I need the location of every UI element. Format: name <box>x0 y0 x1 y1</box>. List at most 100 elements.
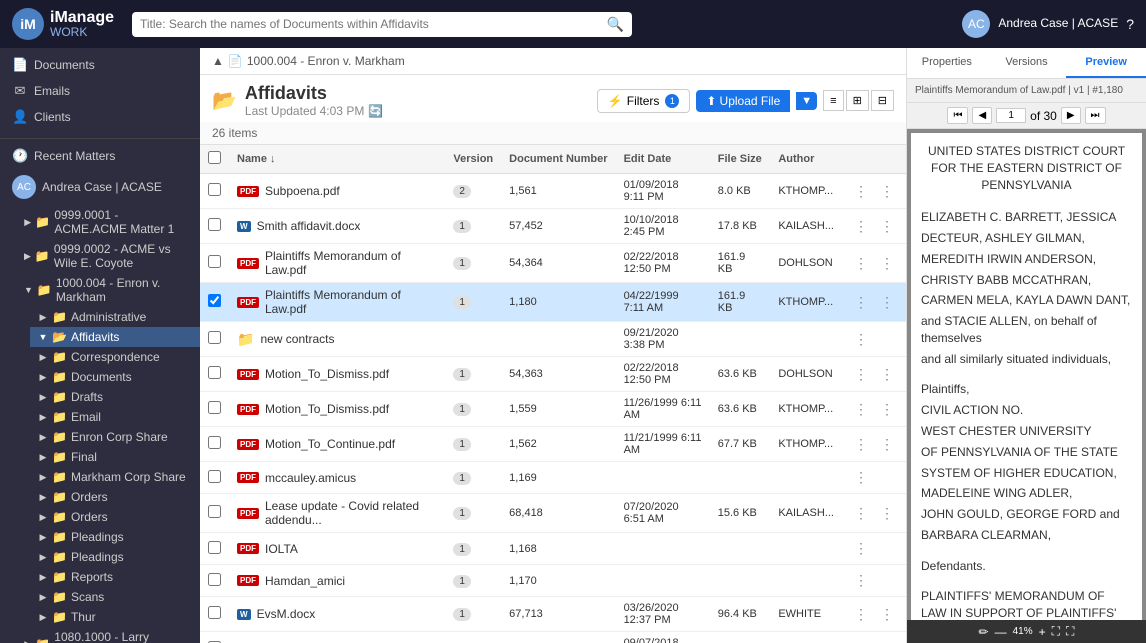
folder-scans[interactable]: ▶ 📁 Scans <box>30 587 200 607</box>
details-view-button[interactable]: ⊟ <box>871 90 894 111</box>
row-checkbox[interactable] <box>208 470 221 483</box>
row-menu-button[interactable]: ⋮ <box>876 503 898 524</box>
row-checkbox[interactable] <box>208 436 221 449</box>
folder-orders-2[interactable]: ▶ 📁 Orders <box>30 507 200 527</box>
matter-0999-0002[interactable]: ▶ 📁 0999.0002 - ACME vs Wile E. Coyote <box>16 239 200 273</box>
filters-button[interactable]: ⚡ Filters 1 <box>597 89 691 113</box>
upload-file-button[interactable]: ⬆ Upload File <box>696 90 790 112</box>
col-name[interactable]: Name ↓ <box>229 145 445 174</box>
table-row[interactable]: PDF Motion_To_Continue.pdf 1 1,562 11/21… <box>200 427 906 462</box>
matter-0999-0001[interactable]: ▶ 📁 0999.0001 - ACME.ACME Matter 1 <box>16 205 200 239</box>
row-checkbox[interactable] <box>208 573 221 586</box>
breadcrumb-parent[interactable]: 1000.004 - Enron v. Markham <box>247 54 405 68</box>
row-share-button[interactable]: ⋮ <box>850 434 872 455</box>
row-menu-button[interactable]: ⋮ <box>876 292 898 313</box>
table-row[interactable]: PDF Motion_To_Dismiss.pdf 1 1,559 11/26/… <box>200 392 906 427</box>
col-edit-date[interactable]: Edit Date <box>616 145 710 174</box>
folder-administrative[interactable]: ▶ 📁 Administrative <box>30 307 200 327</box>
help-button[interactable]: ? <box>1126 16 1134 32</box>
row-checkbox[interactable] <box>208 183 221 196</box>
row-menu-button[interactable]: ⋮ <box>850 570 872 591</box>
row-checkbox[interactable] <box>208 218 221 231</box>
table-row[interactable]: 📁 new contracts 09/21/2020 3:38 PM ⋮ <box>200 322 906 357</box>
row-share-button[interactable]: ⋮ <box>850 181 872 202</box>
table-row[interactable]: PDF Lease update - Covid related addendu… <box>200 494 906 533</box>
row-share-button[interactable]: ⋮ <box>850 253 872 274</box>
matter-1000-004[interactable]: ▼ 📁 1000.004 - Enron v. Markham <box>16 273 200 307</box>
search-button[interactable]: 🔍 <box>607 16 624 33</box>
select-all-checkbox[interactable] <box>208 151 221 164</box>
row-menu-button[interactable]: ⋮ <box>876 604 898 625</box>
upload-dropdown-button[interactable]: ▼ <box>796 92 817 110</box>
row-share-button[interactable]: ⋮ <box>850 399 872 420</box>
folder-affidavits[interactable]: ▼ 📂 Affidavits <box>30 327 200 347</box>
table-row[interactable]: W Smith affidavit.docx 1 57,452 10/10/20… <box>200 209 906 244</box>
prev-page-button[interactable]: ◀ <box>972 107 992 124</box>
sidebar-recent-matters[interactable]: 🕐 Recent Matters <box>0 143 200 169</box>
folder-reports[interactable]: ▶ 📁 Reports <box>30 567 200 587</box>
row-menu-button[interactable]: ⋮ <box>876 399 898 420</box>
page-input[interactable] <box>996 108 1026 123</box>
tab-preview[interactable]: Preview <box>1066 48 1146 78</box>
matter-1080[interactable]: ▶ 📁 1080.1000 - Larry Johnson Lawsuit <box>16 627 200 643</box>
folder-email[interactable]: ▶ 📁 Email <box>30 407 200 427</box>
table-row[interactable]: W Customer affidavit.docx 2 57,121 09/07… <box>200 632 906 643</box>
preview-tool-1[interactable]: ✏ <box>979 625 989 639</box>
fullscreen-button[interactable]: ⛶ <box>1066 624 1074 639</box>
table-row[interactable]: PDF Plaintiffs Memorandum of Law.pdf 1 1… <box>200 283 906 322</box>
row-checkbox[interactable] <box>208 606 221 619</box>
first-page-button[interactable]: ⏮ <box>947 107 968 124</box>
zoom-in-button[interactable]: ⛶ <box>1052 624 1060 639</box>
table-row[interactable]: PDF mccauley.amicus 1 1,169 ⋮ <box>200 462 906 494</box>
next-page-button[interactable]: ▶ <box>1061 107 1081 124</box>
row-menu-button[interactable]: ⋮ <box>876 253 898 274</box>
row-menu-button[interactable]: ⋮ <box>850 467 872 488</box>
row-menu-button[interactable]: ⋮ <box>850 538 872 559</box>
tab-properties[interactable]: Properties <box>907 48 987 78</box>
sidebar-item-emails[interactable]: ✉ Emails <box>0 78 200 104</box>
tab-versions[interactable]: Versions <box>987 48 1067 78</box>
table-row[interactable]: W EvsM.docx 1 67,713 03/26/2020 12:37 PM… <box>200 597 906 632</box>
row-checkbox[interactable] <box>208 294 221 307</box>
last-page-button[interactable]: ⏭ <box>1085 107 1106 124</box>
sidebar-item-clients[interactable]: 👤 Clients <box>0 104 200 130</box>
refresh-icon[interactable]: 🔄 <box>368 104 383 118</box>
row-menu-button[interactable]: ⋮ <box>876 639 898 643</box>
folder-enron-corp-share[interactable]: ▶ 📁 Enron Corp Share <box>30 427 200 447</box>
row-menu-button[interactable]: ⋮ <box>876 216 898 237</box>
table-row[interactable]: PDF Hamdan_amici 1 1,170 ⋮ <box>200 565 906 597</box>
row-checkbox[interactable] <box>208 255 221 268</box>
row-share-button[interactable]: ⋮ <box>850 216 872 237</box>
zoom-out-button[interactable]: + <box>1039 625 1046 639</box>
col-doc-num[interactable]: Document Number <box>501 145 615 174</box>
row-menu-button[interactable]: ⋮ <box>876 364 898 385</box>
row-menu-button[interactable]: ⋮ <box>850 329 872 350</box>
row-share-button[interactable]: ⋮ <box>850 364 872 385</box>
grid-view-button[interactable]: ⊞ <box>846 90 869 111</box>
folder-correspondence[interactable]: ▶ 📁 Correspondence <box>30 347 200 367</box>
row-menu-button[interactable]: ⋮ <box>876 434 898 455</box>
nav-up-btn[interactable]: ▲ <box>212 54 224 68</box>
folder-thur[interactable]: ▶ 📁 Thur <box>30 607 200 627</box>
col-file-size[interactable]: File Size <box>710 145 771 174</box>
sidebar-item-documents[interactable]: 📄 Documents <box>0 52 200 78</box>
table-row[interactable]: PDF Motion_To_Dismiss.pdf 1 54,363 02/22… <box>200 357 906 392</box>
row-checkbox[interactable] <box>208 505 221 518</box>
row-share-button[interactable]: ⋮ <box>850 292 872 313</box>
search-input[interactable] <box>140 17 607 31</box>
folder-pleadings-2[interactable]: ▶ 📁 Pleadings <box>30 547 200 567</box>
table-row[interactable]: PDF Subpoena.pdf 2 1,561 01/09/2018 9:11… <box>200 174 906 209</box>
col-version[interactable]: Version <box>445 145 501 174</box>
folder-documents[interactable]: ▶ 📁 Documents <box>30 367 200 387</box>
folder-drafts[interactable]: ▶ 📁 Drafts <box>30 387 200 407</box>
list-view-button[interactable]: ≡ <box>823 90 843 111</box>
row-checkbox[interactable] <box>208 366 221 379</box>
folder-pleadings-1[interactable]: ▶ 📁 Pleadings <box>30 527 200 547</box>
row-share-button[interactable]: ⋮ <box>850 503 872 524</box>
table-row[interactable]: PDF IOLTA 1 1,168 ⋮ <box>200 533 906 565</box>
table-row[interactable]: PDF Plaintiffs Memorandum of Law.pdf 1 5… <box>200 244 906 283</box>
col-author[interactable]: Author <box>770 145 842 174</box>
row-menu-button[interactable]: ⋮ <box>876 181 898 202</box>
preview-tool-2[interactable]: — <box>995 625 1007 639</box>
folder-markham-corp-share[interactable]: ▶ 📁 Markham Corp Share <box>30 467 200 487</box>
